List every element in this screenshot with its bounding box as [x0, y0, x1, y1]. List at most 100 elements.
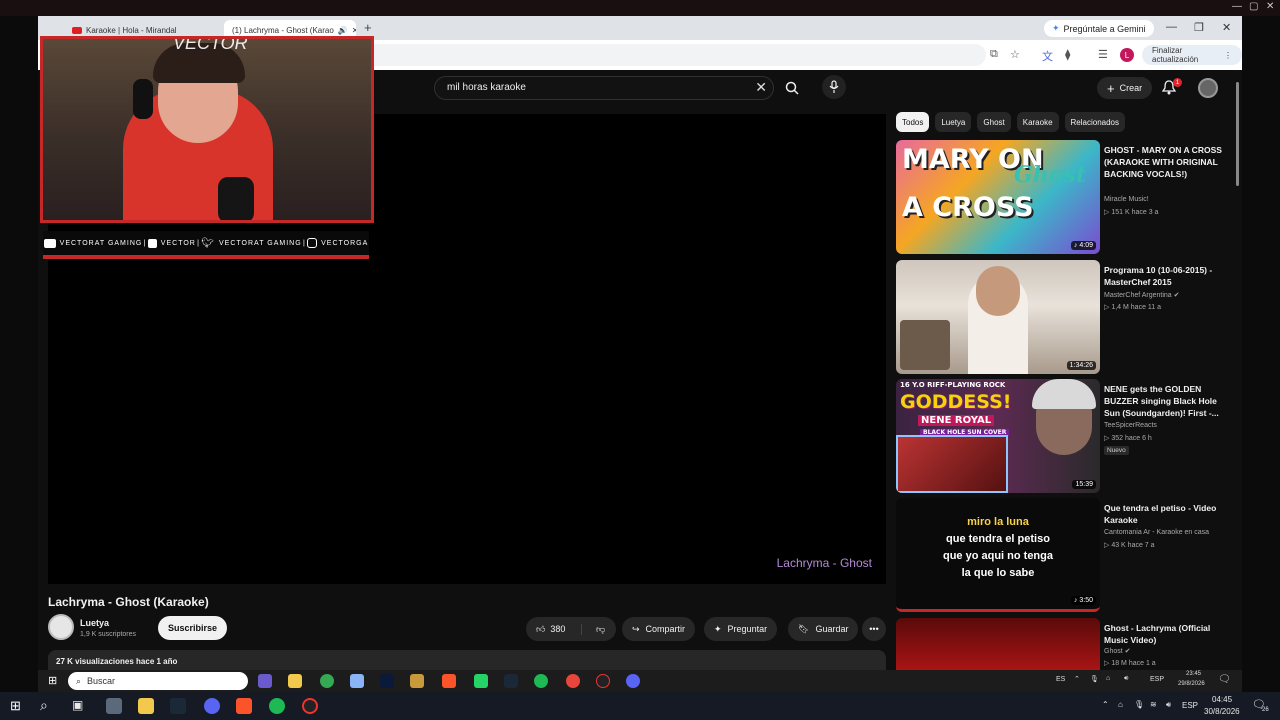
clock-time[interactable]: 23:45 [1186, 671, 1201, 677]
voice-search-button[interactable] [822, 75, 846, 99]
rec-title[interactable]: Ghost - Lachryma (Official Music Video) [1104, 622, 1226, 646]
obs-icon[interactable] [302, 698, 318, 714]
install-icon[interactable]: ⧉ [990, 48, 998, 61]
dislike-button[interactable]: 👎︎ [588, 624, 605, 635]
chip-luetya[interactable]: Luetya [935, 112, 972, 132]
close-tab-icon[interactable]: ✕ [352, 26, 356, 35]
spotify-icon[interactable] [269, 698, 285, 714]
like-button[interactable]: 👍︎ 380 [526, 623, 582, 635]
chevron-up-icon[interactable]: ⌃ [1102, 700, 1109, 709]
taskbar-search[interactable]: ⌕ Buscar [68, 672, 248, 690]
obs-icon[interactable] [596, 674, 610, 688]
new-tab-button[interactable]: + [364, 20, 372, 35]
chip-todos[interactable]: Todos [896, 112, 930, 132]
volume-icon[interactable]: 🔊︎ [1124, 675, 1128, 683]
steam-icon[interactable] [170, 698, 186, 714]
mic-icon[interactable]: 🎙︎ [1090, 675, 1099, 683]
windows-start-icon[interactable]: ⊞ [48, 674, 57, 687]
create-button[interactable]: + Crear [1097, 77, 1153, 99]
file-explorer-icon[interactable] [138, 698, 154, 714]
task-view-icon[interactable]: ▣ [72, 698, 83, 712]
steam-icon[interactable] [504, 674, 518, 688]
app-icon[interactable] [410, 674, 424, 688]
copilot-icon[interactable] [258, 674, 272, 688]
search-button[interactable] [774, 76, 810, 100]
video-thumbnail[interactable]: 1:34:26 [896, 260, 1100, 374]
network-icon[interactable]: ⌂ [1118, 700, 1123, 709]
file-explorer-icon[interactable] [288, 674, 302, 688]
chip-ghost[interactable]: Ghost [977, 112, 1011, 132]
rec-channel[interactable]: Cantomania Ar - Karaoke en casa [1104, 529, 1209, 536]
update-button[interactable]: Finalizar actualización ⋮ [1142, 45, 1242, 65]
share-button[interactable]: ↪ Compartir [622, 617, 696, 641]
channel-avatar[interactable] [48, 614, 74, 640]
clock-date[interactable]: 30/8/2026 [1204, 707, 1240, 716]
app-icon[interactable] [350, 674, 364, 688]
channel-name[interactable]: Luetya [80, 618, 109, 628]
subscribe-button[interactable]: Suscribirse [158, 616, 228, 640]
network-icon[interactable]: ⌂ [1106, 675, 1110, 682]
discord-icon[interactable] [204, 698, 220, 714]
recommendation-item[interactable]: Ghost - Lachryma (Official Music Video) … [896, 618, 1232, 670]
gemini-button[interactable]: ✦ Pregúntale a Gemini [1044, 20, 1154, 37]
rec-channel[interactable]: TeeSpicerReacts [1104, 422, 1157, 429]
user-avatar[interactable] [1198, 78, 1218, 98]
chevron-up-icon[interactable]: ⌃ [1074, 675, 1080, 683]
rec-channel[interactable]: Ghost ✔ [1104, 647, 1131, 655]
clear-search-icon[interactable]: ✕ [755, 79, 767, 96]
brave-icon[interactable] [442, 674, 456, 688]
profile-avatar[interactable]: L [1120, 48, 1134, 62]
app-icon[interactable] [106, 698, 122, 714]
more-actions-button[interactable]: ••• [862, 617, 886, 641]
recommendation-item[interactable]: miro la luna que tendra el petiso que yo… [896, 498, 1232, 613]
restore-icon[interactable]: ❐ [1194, 21, 1204, 34]
save-button[interactable]: 🔖︎ Guardar [788, 617, 859, 641]
kebab-menu-icon[interactable]: ⋮ [1224, 51, 1232, 60]
rec-channel[interactable]: Miracle Music! [1104, 196, 1149, 203]
rec-title[interactable]: NENE gets the GOLDEN BUZZER singing Blac… [1104, 383, 1226, 419]
language-indicator[interactable]: ES [1056, 676, 1065, 683]
reading-list-icon[interactable]: ☰ [1098, 48, 1108, 61]
search-input[interactable]: mil horas karaoke ✕ [434, 76, 774, 100]
page-scrollbar[interactable] [1236, 82, 1239, 186]
extensions-icon[interactable]: ⧫ [1065, 48, 1070, 61]
recommendation-item[interactable]: 16 Y.O RIFF-PLAYING ROCK GODDESS! NENE R… [896, 379, 1232, 494]
discord-icon[interactable] [626, 674, 640, 688]
mic-icon[interactable]: 🎙︎ [1134, 700, 1144, 709]
recommendation-item[interactable]: MARY ON A CROSS Ghost ♪ 4:09 GHOST - MAR… [896, 140, 1232, 255]
rec-title[interactable]: Programa 10 (10-06-2015) - MasterChef 20… [1104, 264, 1226, 288]
chip-relacionados[interactable]: Relacionados [1064, 112, 1126, 132]
brave-icon[interactable] [236, 698, 252, 714]
rec-title[interactable]: Que tendra el petiso - Video Karaoke [1104, 502, 1226, 526]
close-icon[interactable]: ✕ [1266, 1, 1274, 12]
close-icon[interactable]: ✕ [1222, 21, 1231, 34]
search-icon[interactable]: ⌕ [40, 697, 48, 714]
notification-icon[interactable]: 🗨︎ [1218, 674, 1231, 685]
video-thumbnail[interactable] [896, 618, 1100, 670]
star-icon[interactable]: ☆ [1010, 48, 1020, 61]
description-box[interactable]: 27 K visualizaciones hace 1 año [48, 650, 886, 670]
chip-karaoke[interactable]: Karaoke [1016, 112, 1059, 132]
video-thumbnail[interactable]: miro la luna que tendra el petiso que yo… [896, 498, 1100, 612]
translate-icon[interactable]: 文 [1042, 48, 1053, 64]
keyboard-layout[interactable]: ESP [1182, 701, 1198, 710]
wifi-icon[interactable]: ≋ [1150, 700, 1157, 709]
volume-icon[interactable]: 🔊︎ [1166, 700, 1171, 710]
video-thumbnail[interactable]: MARY ON A CROSS Ghost ♪ 4:09 [896, 140, 1100, 254]
clock-date[interactable]: 29/8/2026 [1178, 681, 1205, 687]
windows-start-icon[interactable]: ⊞ [10, 698, 21, 714]
chrome-icon[interactable] [320, 674, 334, 688]
video-thumbnail[interactable]: 16 Y.O RIFF-PLAYING ROCK GODDESS! NENE R… [896, 379, 1100, 493]
maximize-icon[interactable]: ▢ [1249, 1, 1258, 12]
rec-title[interactable]: GHOST - MARY ON A CROSS (KARAOKE WITH OR… [1104, 144, 1226, 180]
clock-time[interactable]: 04:45 [1212, 695, 1232, 704]
ask-button[interactable]: ✦ Preguntar [704, 617, 778, 641]
photoshop-icon[interactable] [380, 674, 394, 688]
minimize-icon[interactable]: — [1232, 1, 1242, 12]
chrome-active-icon[interactable] [566, 674, 580, 688]
minimize-icon[interactable]: — [1166, 21, 1177, 33]
keyboard-layout[interactable]: ESP [1150, 676, 1164, 683]
rec-channel[interactable]: MasterChef Argentina ✔ [1104, 291, 1180, 299]
spotify-icon[interactable] [534, 674, 548, 688]
recommendation-item[interactable]: 1:34:26 Programa 10 (10-06-2015) - Maste… [896, 260, 1232, 375]
